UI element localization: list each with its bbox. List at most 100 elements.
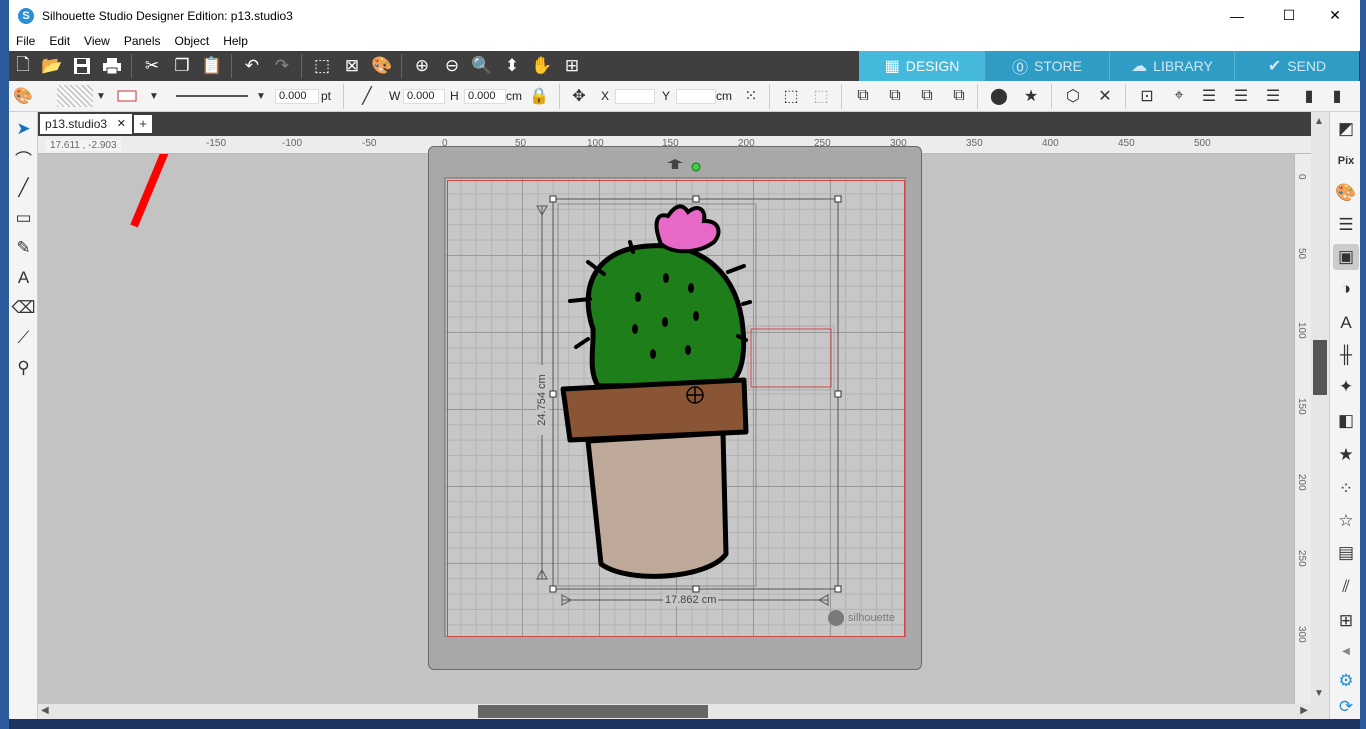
align-left-icon[interactable]: ☰ — [1197, 85, 1221, 107]
scroll-left-icon[interactable]: ◀ — [41, 705, 49, 716]
palette-icon[interactable]: 🎨 — [11, 85, 35, 107]
pencil-icon[interactable]: ✎ — [11, 235, 36, 261]
position-grid-icon[interactable]: ⁙ — [739, 85, 763, 107]
bring-to-front-icon[interactable]: ⧉ — [851, 85, 875, 107]
pixscan-icon[interactable]: Pix — [1333, 148, 1359, 174]
rectangle-icon[interactable]: ▭ — [11, 205, 36, 231]
horizontal-scrollbar[interactable]: ◀ ▶ — [38, 704, 1311, 719]
zoom-select-icon[interactable]: 🔍 — [470, 54, 494, 78]
zoom-out-icon[interactable]: ⊖ — [440, 54, 464, 78]
fill-pattern-swatch[interactable] — [57, 85, 93, 107]
menu-file[interactable]: File — [9, 34, 42, 48]
point-edit-icon[interactable]: ⌒ — [11, 145, 36, 171]
tab-library[interactable]: ☁ LIBRARY — [1109, 51, 1234, 81]
crosshair-icon[interactable]: ⌖ — [1167, 85, 1191, 107]
fill-color-panel-icon[interactable]: 🎨 — [1333, 180, 1359, 206]
3d-box-icon[interactable]: ⬡ — [1061, 85, 1085, 107]
vertical-scrollbar[interactable]: ▲ ▼ — [1311, 112, 1329, 719]
chevron-down-icon[interactable]: ▼ — [142, 85, 166, 107]
redo-icon[interactable]: ↷ — [270, 54, 294, 78]
tab-design[interactable]: ▦ DESIGN — [859, 51, 984, 81]
layers-icon[interactable]: ▤ — [1333, 540, 1359, 566]
x-position-field[interactable] — [615, 89, 655, 104]
eraser-icon[interactable]: ⌫ — [11, 295, 36, 321]
rhinestone-icon[interactable]: ⁘ — [1333, 476, 1359, 502]
chevron-down-icon[interactable]: ▼ — [249, 85, 273, 107]
menu-object[interactable]: Object — [168, 34, 217, 48]
print-icon[interactable] — [100, 54, 124, 78]
chevron-down-icon[interactable]: ▼ — [89, 85, 113, 107]
horizontal-scroll-thumb[interactable] — [478, 705, 708, 718]
line-draw-icon[interactable]: ╱ — [11, 175, 36, 201]
deselect-icon[interactable]: ⊠ — [340, 54, 364, 78]
page-setup-icon[interactable]: ⊞ — [560, 54, 584, 78]
line-tool-icon[interactable]: ╱ — [355, 85, 379, 107]
modify-panel-icon[interactable]: ◧ — [1333, 408, 1359, 434]
menu-help[interactable]: Help — [216, 34, 255, 48]
maximize-button[interactable]: ☐ — [1266, 0, 1312, 31]
hatch-icon[interactable]: ⫽ — [1333, 574, 1359, 600]
align-center-icon[interactable]: ☰ — [1229, 85, 1253, 107]
document-tab[interactable]: p13.studio3 ✕ — [40, 114, 132, 134]
align-panel-icon[interactable]: ╫ — [1333, 342, 1359, 368]
zoom-in-icon[interactable]: ⊕ — [410, 54, 434, 78]
text-style-icon[interactable]: A — [1333, 310, 1359, 336]
y-position-field[interactable] — [676, 89, 716, 104]
send-backward-icon[interactable]: ⧉ — [915, 85, 939, 107]
paste-clipboard-icon[interactable]: 📋 — [200, 54, 224, 78]
shapes-icon[interactable]: ⬤ — [987, 85, 1011, 107]
new-document-icon[interactable]: 🗋 — [11, 54, 35, 78]
add-tab-button[interactable]: + — [134, 115, 152, 133]
delete-x-icon[interactable]: ✕ — [1093, 85, 1117, 107]
page-setup-panel-icon[interactable]: ◩ — [1333, 116, 1359, 142]
select-by-color-icon[interactable]: 🎨 — [370, 54, 394, 78]
text-tool-icon[interactable]: A — [11, 265, 36, 291]
tab-store[interactable]: ⓪ STORE — [984, 51, 1109, 81]
line-weight-field[interactable]: 0.000 — [275, 89, 319, 104]
offset-star-icon[interactable]: ★ — [1333, 442, 1359, 468]
sync-icon[interactable]: ⟳ — [1333, 694, 1359, 720]
align-bottom-icon[interactable]: ▮ — [1297, 85, 1321, 107]
select-all-icon[interactable]: ⬚ — [310, 54, 334, 78]
center-page-icon[interactable]: ⊡ — [1135, 85, 1159, 107]
fit-to-page-icon[interactable]: ⬍ — [500, 54, 524, 78]
line-style-panel-icon[interactable]: ☰ — [1333, 212, 1359, 238]
transform-panel-icon[interactable]: ✦ — [1333, 374, 1359, 400]
open-folder-icon[interactable]: 📂 — [40, 54, 64, 78]
contrast-icon[interactable]: ◑ — [1333, 276, 1359, 302]
star-icon[interactable]: ★ — [1019, 85, 1043, 107]
line-color-swatch[interactable] — [115, 85, 139, 107]
close-button[interactable]: ✕ — [1312, 0, 1358, 31]
tab-send[interactable]: ✔ SEND — [1234, 51, 1359, 81]
line-style-selector[interactable] — [174, 85, 250, 107]
design-canvas[interactable]: silhouette 24.754 cm 17.862 cm — [38, 146, 1294, 704]
copy-icon[interactable]: ❐ — [170, 54, 194, 78]
cut-scissors-icon[interactable]: ✂ — [140, 54, 164, 78]
lock-aspect-icon[interactable]: 🔒 — [527, 85, 551, 107]
menu-view[interactable]: View — [77, 34, 117, 48]
width-field[interactable]: 0.000 — [403, 89, 445, 104]
library-grid-icon[interactable]: ⊞ — [1333, 608, 1359, 634]
trace-panel-icon[interactable]: ▣ — [1333, 244, 1359, 270]
group-icon[interactable]: ⬚ — [779, 85, 803, 107]
send-to-back-icon[interactable]: ⧉ — [947, 85, 971, 107]
minimize-button[interactable]: — — [1214, 0, 1260, 31]
distribute-icon[interactable]: ▮ — [1325, 85, 1349, 107]
panel-collapse-icon[interactable]: ◀ — [1333, 638, 1359, 664]
align-right-icon[interactable]: ☰ — [1261, 85, 1285, 107]
pan-hand-icon[interactable]: ✋ — [530, 54, 554, 78]
move-arrows-icon[interactable]: ✥ — [567, 85, 591, 107]
menu-panels[interactable]: Panels — [117, 34, 168, 48]
settings-gear-icon[interactable]: ⚙ — [1333, 668, 1359, 694]
scroll-down-icon[interactable]: ▼ — [1314, 688, 1324, 699]
scroll-up-icon[interactable]: ▲ — [1314, 116, 1324, 127]
menu-edit[interactable]: Edit — [42, 34, 77, 48]
vertical-scroll-thumb[interactable] — [1313, 340, 1327, 395]
scroll-right-icon[interactable]: ▶ — [1300, 705, 1308, 716]
eyedropper-icon[interactable]: ⚲ — [11, 355, 36, 381]
save-icon[interactable] — [70, 54, 94, 78]
ungroup-icon[interactable]: ⬚ — [809, 85, 833, 107]
sketch-star-icon[interactable]: ☆ — [1333, 508, 1359, 534]
undo-icon[interactable]: ↶ — [240, 54, 264, 78]
select-arrow-icon[interactable]: ➤ — [11, 116, 36, 142]
